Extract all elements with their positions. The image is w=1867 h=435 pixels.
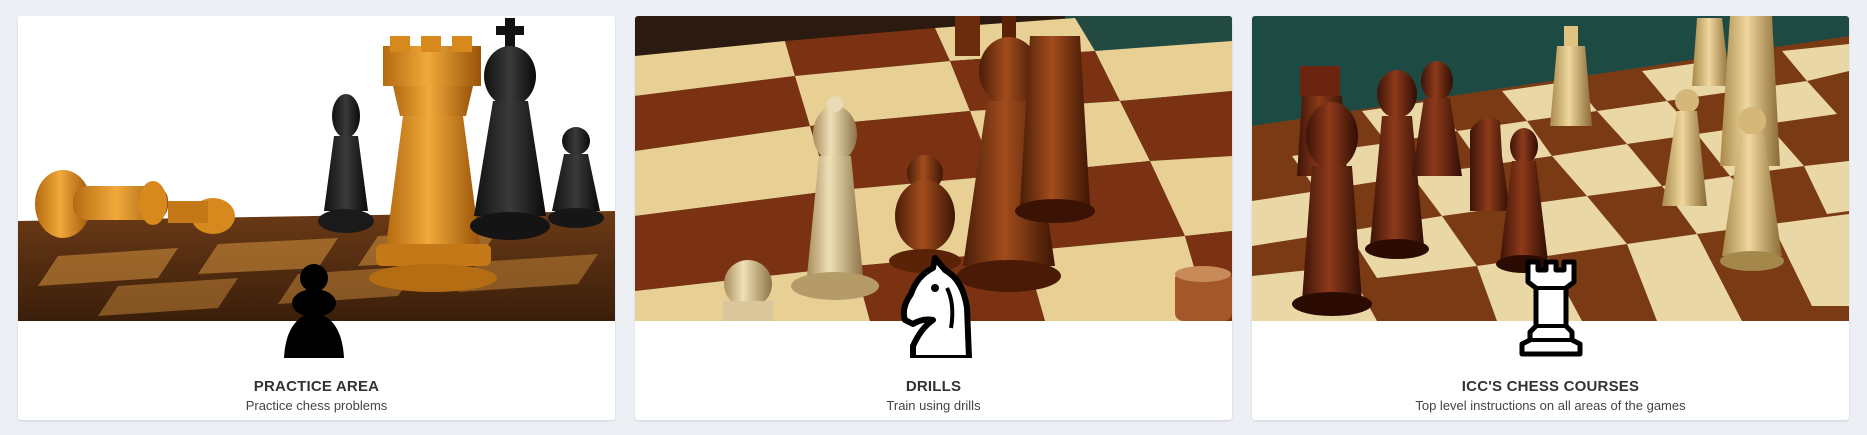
chess-courses-card[interactable]: ICC'S CHESS COURSES Top level instructio… bbox=[1252, 16, 1849, 420]
practice-area-title: PRACTICE AREA bbox=[253, 378, 380, 395]
rook-icon bbox=[1500, 248, 1600, 358]
pawn-icon bbox=[266, 248, 366, 358]
chess-courses-subtitle: Top level instructions on all areas of t… bbox=[1415, 398, 1686, 413]
drills-subtitle: Train using drills bbox=[886, 398, 981, 413]
practice-area-subtitle: Practice chess problems bbox=[245, 398, 388, 413]
drills-card[interactable]: DRILLS Train using drills bbox=[635, 16, 1232, 420]
practice-area-card[interactable]: PRACTICE AREA Practice chess problems bbox=[18, 16, 615, 420]
drills-title: DRILLS bbox=[905, 378, 962, 395]
chess-courses-title: ICC'S CHESS COURSES bbox=[1461, 378, 1640, 395]
knight-icon bbox=[883, 248, 983, 358]
card-grid: PRACTICE AREA Practice chess problems DR… bbox=[0, 0, 1867, 435]
